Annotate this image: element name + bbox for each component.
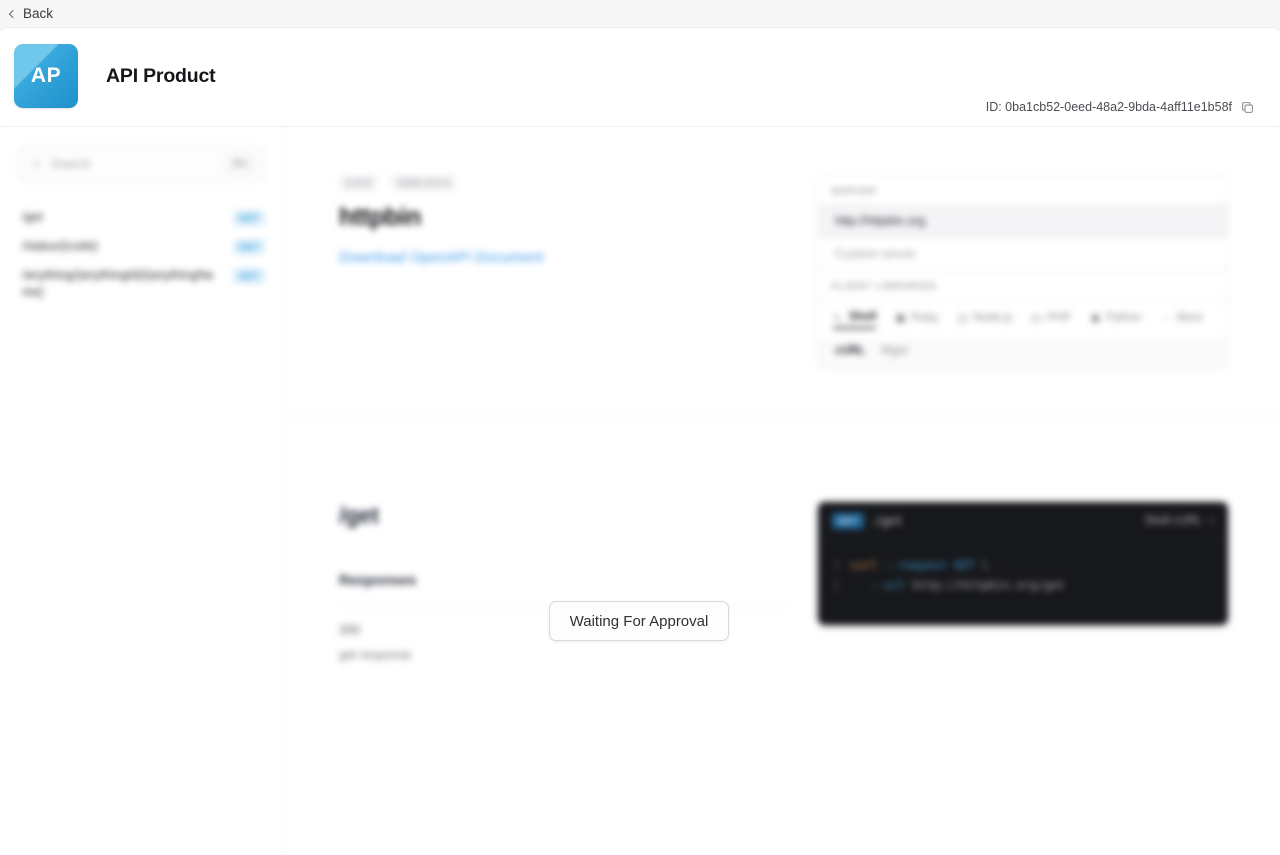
product-id-row: ID: 0ba1cb52-0eed-48a2-9bda-4aff11e1b58f (986, 100, 1254, 114)
download-openapi-link[interactable]: Download OpenAPI Document (339, 249, 788, 266)
responses-heading: Responses (339, 573, 417, 589)
server-option-custom[interactable]: Custom server (819, 237, 1227, 270)
code-token-command: curl (850, 558, 878, 572)
page-title: API Product (106, 64, 216, 87)
copy-icon[interactable] (1241, 101, 1254, 114)
server-option-selected[interactable]: http://httpbin.org (819, 204, 1227, 237)
ruby-icon (896, 313, 906, 323)
blurred-content: Search ⌘K /get GET /status/{code} GET /a… (0, 127, 1280, 855)
product-header: AP API Product ID: 0ba1cb52-0eed-48a2-9b… (0, 27, 1280, 127)
api-version-badge: 1.0.0 (339, 175, 378, 191)
doc-column: 1.0.0 OAS 3.0.3 httpbin Download OpenAPI… (285, 127, 1280, 855)
operation-path-title: /get (339, 502, 379, 528)
python-icon (1091, 314, 1100, 322)
server-and-libraries-panel: SERVER http://httpbin.org Custom server … (818, 175, 1228, 369)
waiting-for-approval-label: Waiting For Approval (569, 612, 709, 630)
chevron-left-icon (8, 9, 18, 18)
waiting-for-approval-button[interactable]: Waiting For Approval (549, 601, 729, 641)
tab-label: Shell (849, 311, 877, 323)
code-language-label: Shell cURL (1144, 515, 1202, 527)
product-logo: AP (14, 44, 78, 108)
list-item-label: /anything/{anythingId}/{anythingName} (22, 268, 214, 299)
api-overview-right: SERVER http://httpbin.org Custom server … (818, 175, 1228, 371)
search-icon (32, 159, 42, 169)
oas-version-badge: OAS 3.0.3 (391, 175, 456, 191)
code-line: 2 --url http://httpbin.org/get (828, 575, 1218, 595)
sidebar: Search ⌘K /get GET /status/{code} GET /a… (0, 127, 285, 855)
code-line-number: 2 (833, 578, 840, 592)
terminal-icon (833, 313, 842, 321)
tab-wget[interactable]: Wget (881, 345, 908, 357)
page-body: Search ⌘K /get GET /status/{code} GET /a… (0, 127, 1280, 855)
search-input[interactable]: Search ⌘K (19, 147, 265, 181)
code-token-flag: --url (870, 578, 906, 592)
tab-curl[interactable]: cURL (835, 345, 865, 357)
tab-label: More (1176, 312, 1204, 324)
tab-php[interactable]: PHP (1031, 312, 1071, 328)
tab-more[interactable]: More (1161, 312, 1203, 328)
response-description: get response (339, 648, 412, 662)
search-placeholder: Search (51, 157, 91, 171)
ellipsis-icon (1162, 317, 1171, 319)
php-icon (1031, 314, 1043, 322)
code-token-value: GET (953, 558, 975, 572)
back-bar: Back (0, 0, 1280, 27)
server-caption: SERVER (831, 186, 877, 197)
chevron-down-icon (1207, 515, 1216, 523)
code-sample-card: GET /get Shell cURL 1 curl --request GET… (818, 502, 1228, 625)
tab-shell[interactable]: Shell (833, 311, 877, 329)
operation-section: /get Responses 200 get response GET /get… (285, 418, 1280, 708)
logo-initials: AP (30, 64, 62, 87)
product-id-label: ID: 0ba1cb52-0eed-48a2-9bda-4aff11e1b58f (985, 100, 1232, 114)
list-item-label: /get (22, 210, 43, 224)
code-language-selector[interactable]: Shell cURL (1144, 515, 1216, 527)
tab-python[interactable]: Python (1090, 312, 1142, 328)
api-overview-section: 1.0.0 OAS 3.0.3 httpbin Download OpenAPI… (285, 127, 1280, 417)
sidebar-item-get[interactable]: /get GET (0, 203, 284, 232)
tab-label: Node.js (973, 312, 1013, 324)
shell-variant-tabs: cURL Wget (819, 338, 1227, 368)
status-badge: GET (233, 268, 265, 284)
api-title: httpbin (339, 203, 421, 231)
sidebar-item-anything[interactable]: /anything/{anythingId}/{anythingName} GE… (0, 261, 284, 307)
libraries-caption: CLIENT LIBRARIES (831, 281, 937, 292)
api-overview-left: 1.0.0 OAS 3.0.3 httpbin Download OpenAPI… (339, 175, 818, 371)
search-shortcut-badge: ⌘K (225, 155, 255, 173)
code-sample-body: 1 curl --request GET \ 2 --url http://ht… (818, 541, 1228, 625)
code-line-number: 1 (833, 558, 840, 572)
code-token-flag: --request (884, 558, 947, 572)
tab-nodejs[interactable]: Node.js (957, 312, 1012, 328)
sidebar-item-status[interactable]: /status/{code} GET (0, 232, 284, 261)
back-label: Back (23, 6, 54, 21)
api-meta-row: 1.0.0 OAS 3.0.3 (339, 175, 788, 191)
status-badge: GET (832, 513, 864, 529)
code-token-tail: http://httpbin.org/get (912, 578, 1065, 592)
tab-label: PHP (1047, 312, 1071, 324)
tab-ruby[interactable]: Ruby (895, 312, 938, 328)
tab-label: Ruby (911, 312, 939, 324)
status-badge: GET (233, 239, 265, 255)
node-icon (958, 313, 968, 323)
client-libraries-tabs: Shell Ruby Node.js PHP Python More (819, 299, 1227, 338)
back-button[interactable]: Back (8, 6, 54, 21)
list-item-label: /status/{code} (22, 239, 98, 253)
tab-label: Python (1106, 312, 1142, 324)
operation-right: GET /get Shell cURL 1 curl --request GET… (818, 502, 1228, 662)
code-token-tail: \ (981, 558, 989, 572)
code-sample-header: GET /get Shell cURL (818, 502, 1228, 541)
code-sample-path: /get (873, 514, 903, 528)
status-badge: GET (233, 210, 265, 226)
code-line: 1 curl --request GET \ (828, 555, 1218, 575)
